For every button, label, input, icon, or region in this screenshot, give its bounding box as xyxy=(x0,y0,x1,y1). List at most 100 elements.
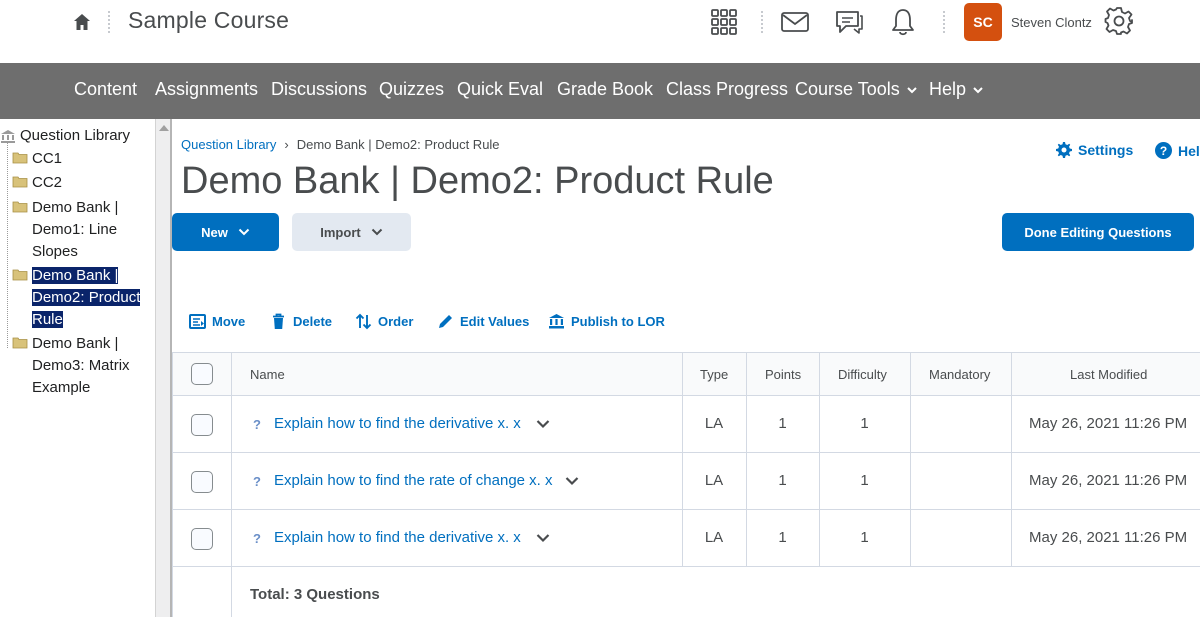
breadcrumb-link-question-library[interactable]: Question Library xyxy=(181,137,276,152)
column-divider xyxy=(1011,353,1012,567)
table-header-row: Name Type Points Difficulty Mandatory La… xyxy=(172,353,1200,396)
cell-type: LA xyxy=(704,529,724,546)
svg-text:?: ? xyxy=(1160,144,1167,158)
tree-node-demo3[interactable]: Demo Bank | Demo3: Matrix Example xyxy=(12,333,147,399)
course-title[interactable]: Sample Course xyxy=(128,7,289,34)
column-header-last-modified[interactable]: Last Modified xyxy=(1070,367,1147,382)
nav-item-course-tools[interactable]: Course Tools xyxy=(795,79,918,100)
row-checkbox[interactable] xyxy=(191,528,213,550)
chevron-down-icon[interactable] xyxy=(536,419,550,429)
scroll-up-arrow-icon[interactable] xyxy=(159,125,169,131)
folder-icon xyxy=(12,269,28,281)
folder-icon xyxy=(12,152,28,164)
help-link[interactable]: ? Help xyxy=(1155,142,1200,159)
cell-points: 1 xyxy=(778,529,787,546)
page-title: Demo Bank | Demo2: Product Rule xyxy=(181,160,774,202)
column-divider xyxy=(819,353,820,567)
cell-last-modified: May 26, 2021 11:26 PM xyxy=(1029,472,1188,489)
column-divider xyxy=(231,353,232,617)
svg-text:?: ? xyxy=(253,417,261,431)
nav-item-content[interactable]: Content xyxy=(74,79,137,100)
move-action[interactable]: Move xyxy=(189,313,245,330)
column-divider xyxy=(746,353,747,567)
chevron-down-icon[interactable] xyxy=(565,476,579,486)
svg-text:?: ? xyxy=(253,531,261,545)
column-header-type[interactable]: Type xyxy=(700,367,728,382)
nav-item-discussions[interactable]: Discussions xyxy=(271,79,367,100)
question-type-icon: ? xyxy=(253,417,261,431)
table-border xyxy=(172,353,173,617)
top-header: Sample Course SC Steven Clontz xyxy=(0,0,1200,63)
question-type-icon: ? xyxy=(253,531,261,545)
column-header-mandatory[interactable]: Mandatory xyxy=(929,367,990,382)
publish-lor-action[interactable]: Publish to LOR xyxy=(548,313,665,330)
chevron-down-icon xyxy=(907,86,917,93)
column-divider xyxy=(910,353,911,567)
tree-node-demo2[interactable]: Demo Bank | Demo2: Product Rule xyxy=(12,265,147,331)
row-checkbox[interactable] xyxy=(191,471,213,493)
move-icon xyxy=(189,314,206,329)
user-name[interactable]: Steven Clontz xyxy=(1011,15,1092,30)
apps-grid-icon[interactable] xyxy=(710,7,740,37)
question-name-link[interactable]: Explain how to find the rate of change x… xyxy=(274,472,553,489)
tree-root-label: Question Library xyxy=(20,127,131,144)
question-name-link[interactable]: Explain how to find the derivative x. x xyxy=(274,529,521,546)
bell-icon[interactable] xyxy=(888,7,918,37)
folder-icon xyxy=(12,176,28,188)
cell-type: LA xyxy=(704,472,724,489)
chevron-down-icon xyxy=(371,228,382,236)
table-row: ? Explain how to find the derivative x. … xyxy=(172,396,1200,453)
order-action[interactable]: Order xyxy=(355,313,413,330)
column-header-points[interactable]: Points xyxy=(765,367,801,382)
header-divider xyxy=(761,11,763,33)
trash-icon xyxy=(273,313,284,329)
publish-library-icon xyxy=(549,314,564,329)
chat-icon[interactable] xyxy=(834,7,864,37)
gear-icon[interactable] xyxy=(1104,6,1134,36)
question-name-link[interactable]: Explain how to find the derivative x. x xyxy=(274,415,521,432)
nav-item-class-progress[interactable]: Class Progress xyxy=(666,79,788,100)
delete-action[interactable]: Delete xyxy=(270,313,332,330)
gear-icon xyxy=(1056,142,1072,158)
new-button[interactable]: New xyxy=(172,213,279,251)
chevron-down-icon xyxy=(973,86,983,93)
chevron-down-icon xyxy=(238,228,250,236)
row-checkbox[interactable] xyxy=(191,414,213,436)
nav-item-assignments[interactable]: Assignments xyxy=(155,79,258,100)
tree-scrollbar[interactable] xyxy=(155,119,171,617)
edit-values-action[interactable]: Edit Values xyxy=(437,313,529,330)
tree-root-question-library[interactable]: Question Library xyxy=(0,127,130,144)
nav-item-quick-eval[interactable]: Quick Eval xyxy=(457,79,543,100)
column-header-name[interactable]: Name xyxy=(250,367,285,382)
chevron-down-icon[interactable] xyxy=(536,533,550,543)
cell-points: 1 xyxy=(778,472,787,489)
breadcrumb-current: Demo Bank | Demo2: Product Rule xyxy=(296,137,500,152)
mail-icon[interactable] xyxy=(780,7,810,37)
cell-difficulty: 1 xyxy=(860,529,869,546)
cell-difficulty: 1 xyxy=(860,415,869,432)
tree-node-cc1[interactable]: CC1 xyxy=(12,148,147,170)
breadcrumb: Question Library › Demo Bank | Demo2: Pr… xyxy=(181,137,500,152)
settings-link[interactable]: Settings xyxy=(1056,142,1133,158)
question-type-icon: ? xyxy=(253,474,261,488)
column-header-difficulty[interactable]: Difficulty xyxy=(838,367,887,382)
home-icon[interactable] xyxy=(72,11,92,33)
cell-last-modified: May 26, 2021 11:26 PM xyxy=(1029,415,1188,432)
avatar[interactable]: SC xyxy=(964,3,1002,41)
tree-node-cc2[interactable]: CC2 xyxy=(12,172,147,194)
nav-item-help[interactable]: Help xyxy=(929,79,984,100)
library-icon xyxy=(1,129,15,143)
nav-item-quizzes[interactable]: Quizzes xyxy=(379,79,444,100)
nav-item-grade-book[interactable]: Grade Book xyxy=(557,79,653,100)
tree-node-demo1[interactable]: Demo Bank | Demo1: Line Slopes xyxy=(12,197,147,263)
course-navbar: Content Assignments Discussions Quizzes … xyxy=(0,63,1200,119)
breadcrumb-separator: › xyxy=(284,137,289,152)
done-editing-button[interactable]: Done Editing Questions xyxy=(1002,213,1194,251)
import-button[interactable]: Import xyxy=(292,213,411,251)
cell-last-modified: May 26, 2021 11:26 PM xyxy=(1029,529,1188,546)
help-icon: ? xyxy=(1155,142,1172,159)
folder-icon xyxy=(12,337,28,349)
questions-total: Total: 3 Questions xyxy=(250,586,380,603)
select-all-checkbox[interactable] xyxy=(191,363,213,385)
svg-text:?: ? xyxy=(253,474,261,488)
